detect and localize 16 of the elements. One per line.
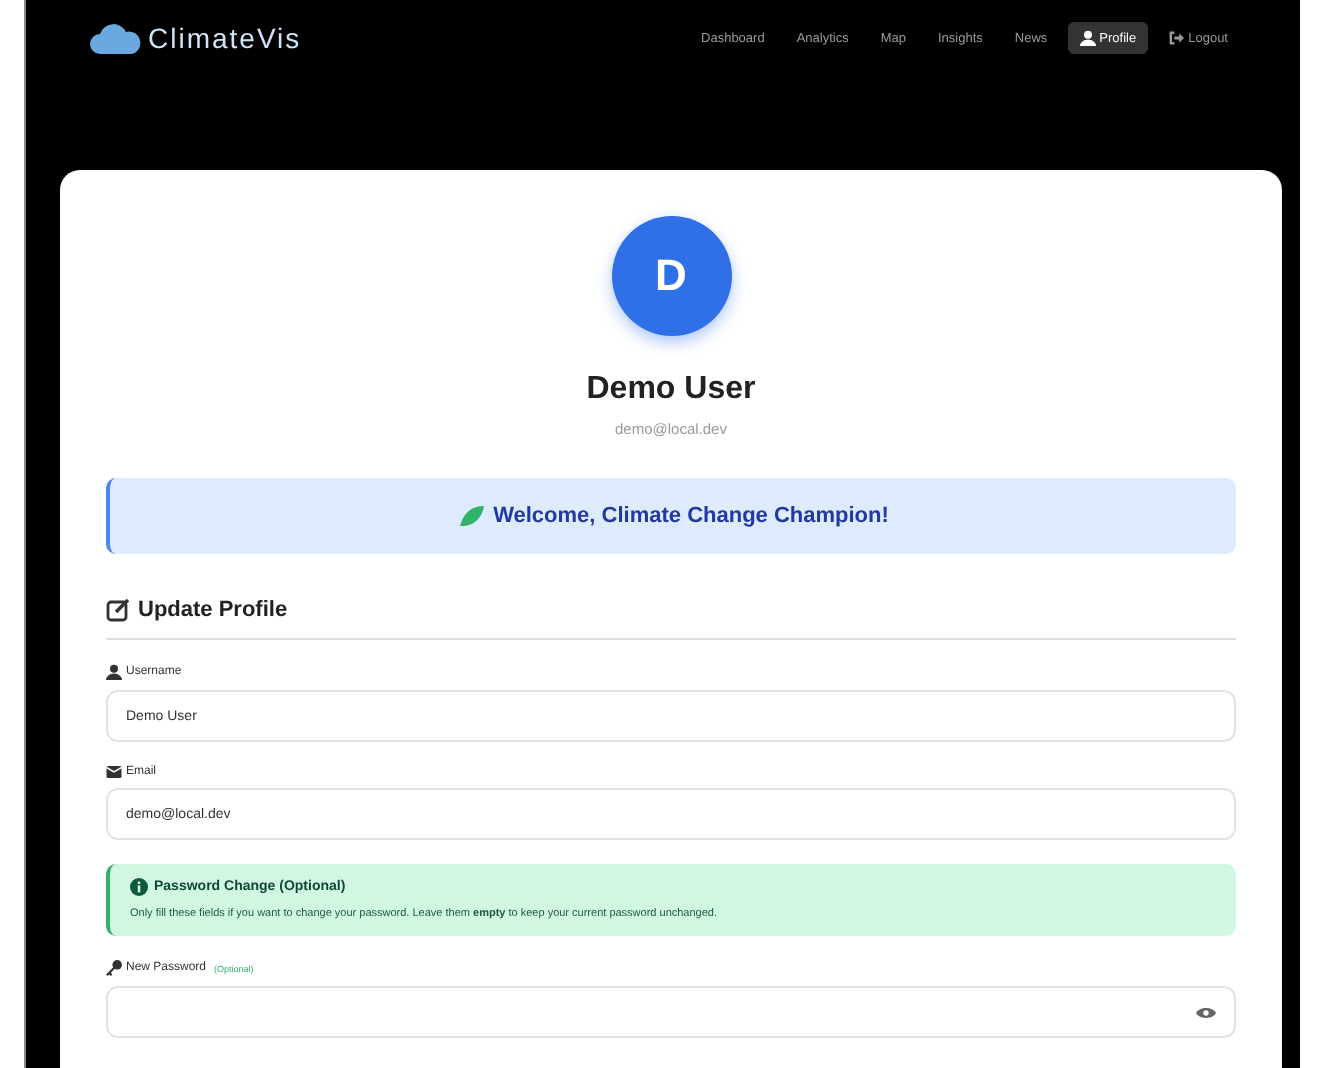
user-icon [106,664,122,680]
mail-icon [106,766,122,778]
key-icon [106,960,122,976]
leaf-icon [457,504,486,528]
brand-logo[interactable]: ClimateVis [90,22,302,54]
avatar: D [611,216,731,336]
user-name: Demo User [586,372,756,408]
info-icon [130,878,148,896]
logout-icon [1168,30,1185,46]
eye-icon[interactable] [1196,1005,1216,1019]
welcome-text: Welcome, Climate Change Champion! [493,504,889,528]
edit-icon [106,598,130,622]
user-icon [1079,30,1096,46]
password-field[interactable] [106,986,1236,1038]
section-title: Update Profile [138,598,288,622]
cloud-icon [90,22,142,54]
